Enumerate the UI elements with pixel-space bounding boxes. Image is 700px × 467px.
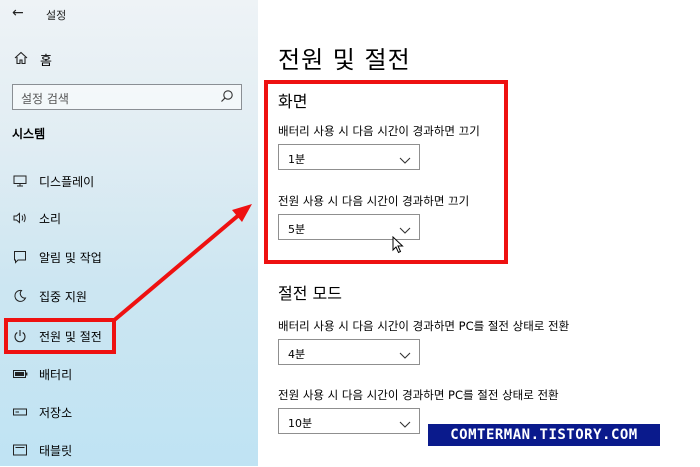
- home-icon: [14, 51, 30, 69]
- tablet-icon: [12, 442, 28, 458]
- highlight-box-power-item: [4, 318, 116, 354]
- sleep-power-label: 전원 사용 시 다음 시간이 경과하면 PC를 절전 상태로 전환: [278, 388, 559, 402]
- dropdown-value: 10분: [288, 417, 313, 430]
- app-title: 설정: [46, 9, 67, 22]
- title-bar: ← 설정: [0, 0, 258, 32]
- sleep-group-title: 절전 모드: [278, 284, 342, 303]
- sidebar-item-label: 알림 및 작업: [39, 250, 102, 265]
- sidebar-item-focus-assist[interactable]: 집중 지원: [0, 279, 258, 313]
- dropdown-value: 4분: [288, 348, 306, 361]
- sleep-power-dropdown[interactable]: 10분: [278, 408, 420, 434]
- sidebar-item-label: 디스플레이: [39, 174, 95, 189]
- chevron-down-icon: [399, 415, 411, 428]
- speaker-icon: [12, 210, 28, 226]
- sidebar-item-label: 소리: [39, 211, 62, 226]
- sidebar-item-home[interactable]: 홈: [14, 50, 52, 69]
- sidebar-item-label: 저장소: [39, 405, 73, 420]
- sidebar-item-tablet[interactable]: 태블릿: [0, 433, 258, 467]
- search-icon[interactable]: [219, 88, 235, 104]
- sidebar-item-label: 배터리: [39, 367, 73, 382]
- mouse-cursor-icon: [392, 236, 404, 254]
- sidebar-item-sound[interactable]: 소리: [0, 201, 258, 235]
- moon-icon: [12, 288, 28, 304]
- sidebar: ← 설정 홈 설정 검색 시스템 디스플레이 소리 알림 및 작업 집중 지원 …: [0, 0, 258, 466]
- storage-icon: [12, 404, 28, 420]
- sidebar-item-battery[interactable]: 배터리: [0, 357, 258, 391]
- battery-icon: [12, 366, 28, 382]
- sleep-battery-label: 배터리 사용 시 다음 시간이 경과하면 PC를 절전 상태로 전환: [278, 319, 570, 333]
- chevron-down-icon: [399, 346, 411, 359]
- search-placeholder: 설정 검색: [21, 92, 69, 106]
- back-arrow-icon[interactable]: ←: [12, 5, 24, 21]
- highlight-box-screen: [264, 80, 508, 264]
- sidebar-item-storage[interactable]: 저장소: [0, 395, 258, 429]
- search-input[interactable]: 설정 검색: [12, 84, 242, 110]
- sidebar-item-label: 집중 지원: [39, 289, 87, 304]
- sleep-battery-dropdown[interactable]: 4분: [278, 339, 420, 365]
- display-icon: [12, 173, 28, 189]
- watermark: COMTERMAN.TISTORY.COM: [428, 424, 660, 446]
- sidebar-item-display[interactable]: 디스플레이: [0, 164, 258, 198]
- page-title: 전원 및 절전: [278, 46, 411, 74]
- sidebar-item-label: 태블릿: [39, 443, 73, 458]
- sidebar-item-notifications[interactable]: 알림 및 작업: [0, 240, 258, 274]
- notification-icon: [12, 249, 28, 265]
- section-label: 시스템: [12, 127, 46, 141]
- home-label: 홈: [40, 54, 52, 69]
